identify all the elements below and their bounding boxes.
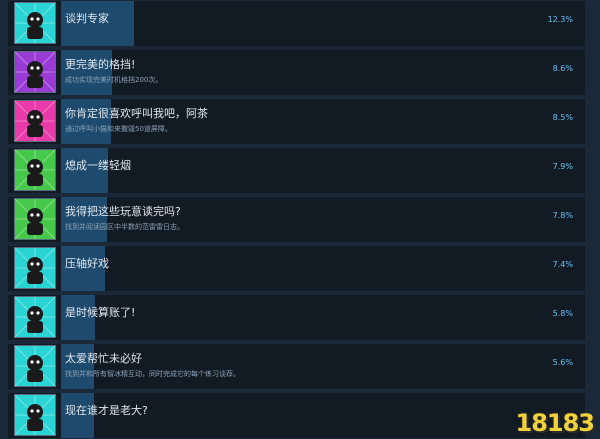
achievement-row[interactable]: 你肯定很喜欢呼叫我吧，阿茶通过呼叫小猫和来撒毁50道屏障。 8.5% bbox=[8, 99, 585, 144]
helper-bot-icon bbox=[14, 345, 56, 387]
achievement-title: 更完美的格挡! bbox=[65, 58, 136, 71]
achievement-title: 太爱帮忙未必好 bbox=[65, 352, 142, 365]
unlock-percentage: 7.9% bbox=[552, 162, 573, 171]
achievement-title: 你肯定很喜欢呼叫我吧，阿茶 bbox=[65, 107, 208, 120]
achievement-title: 是时候算账了! bbox=[65, 306, 136, 319]
boss-face-icon bbox=[14, 394, 56, 436]
achievement-title: 谈判专家 bbox=[65, 12, 109, 25]
unlock-percentage: 8.5% bbox=[552, 113, 573, 122]
unlock-percentage: 8.6% bbox=[552, 64, 573, 73]
smoke-wisp-icon bbox=[14, 149, 56, 191]
unlock-percentage: 5.8% bbox=[552, 309, 573, 318]
unlock-percentage: 7.8% bbox=[552, 211, 573, 220]
achievement-row[interactable]: 我得把这些玩意读完吗? 找到并阅读园区中半数的范雷雷日志。 7.8% bbox=[8, 197, 585, 242]
bearded-boss-icon bbox=[14, 296, 56, 338]
achievement-description: 找到并和所有智冰精互动，同时完成它的每个练习谈荐。 bbox=[65, 370, 240, 378]
unlock-percentage: 12.3% bbox=[547, 15, 573, 24]
achievement-row[interactable]: 谈判专家 12.3% bbox=[8, 1, 585, 46]
achievement-description: 成功实现完美时机格挡200次。 bbox=[65, 76, 163, 84]
call-50-icon bbox=[14, 100, 56, 142]
achievement-description: 找到并阅读园区中半数的范雷雷日志。 bbox=[65, 223, 184, 231]
achievement-description: 通过呼叫小猫和来撒毁50道屏障。 bbox=[65, 125, 172, 133]
achievement-row[interactable]: 更完美的格挡! 成功实现完美时机格挡200次。 8.6% bbox=[8, 50, 585, 95]
achievement-row[interactable]: 熄成一缕轻烟 7.9% bbox=[8, 148, 585, 193]
achievement-title: 我得把这些玩意读完吗? bbox=[65, 205, 181, 218]
robot-head-icon bbox=[14, 247, 56, 289]
achievement-row[interactable]: 现在谁才是老大? bbox=[8, 393, 585, 438]
parry-200-icon bbox=[14, 51, 56, 93]
achievement-row[interactable]: 压轴好戏 7.4% bbox=[8, 246, 585, 291]
watermark-logo: 18183 bbox=[515, 409, 595, 437]
achievement-title: 现在谁才是老大? bbox=[65, 404, 148, 417]
achievement-row[interactable]: 是时候算账了! 5.8% bbox=[8, 295, 585, 340]
achievement-title: 压轴好戏 bbox=[65, 257, 109, 270]
achievement-title: 熄成一缕轻烟 bbox=[65, 159, 131, 172]
phone-log-icon bbox=[14, 198, 56, 240]
achievement-row[interactable]: 太爱帮忙未必好找到并和所有智冰精互动，同时完成它的每个练习谈荐。 5.6% bbox=[8, 344, 585, 389]
unlock-percentage: 7.4% bbox=[552, 260, 573, 269]
unlock-percentage: 5.6% bbox=[552, 358, 573, 367]
smoke-figure-icon bbox=[14, 2, 56, 44]
